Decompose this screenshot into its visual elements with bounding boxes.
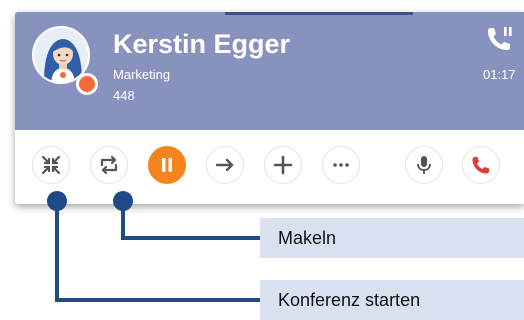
makeln-callout: Makeln — [260, 218, 524, 258]
swap-connector-line-vertical — [121, 200, 125, 240]
contact-name: Kerstin Egger — [113, 29, 291, 59]
call-window: Kerstin Egger Marketing 448 01:17 — [15, 12, 524, 204]
window-drag-strip — [225, 12, 413, 15]
call-header: Kerstin Egger Marketing 448 01:17 — [15, 12, 524, 130]
swap-arrows-icon — [100, 155, 118, 175]
microphone-icon — [417, 156, 431, 174]
more-options-button[interactable] — [322, 146, 360, 184]
conference-button[interactable] — [32, 146, 70, 184]
conference-connector-line-horizontal — [55, 298, 260, 302]
mute-button[interactable] — [405, 146, 443, 184]
contact-extension: 448 — [113, 88, 135, 103]
swap-calls-button[interactable] — [90, 146, 128, 184]
ellipsis-icon — [333, 163, 349, 167]
phone-hangup-icon — [472, 157, 489, 174]
hang-up-button[interactable] — [462, 146, 500, 184]
conference-connector-line-vertical — [55, 200, 59, 302]
pause-icon — [162, 158, 172, 172]
swap-connector-line-horizontal — [121, 236, 260, 240]
plus-icon — [273, 155, 293, 175]
merge-arrows-icon — [41, 155, 61, 175]
add-call-button[interactable] — [264, 146, 302, 184]
hold-button[interactable] — [148, 146, 186, 184]
arrow-right-icon — [215, 158, 234, 172]
active-call-icon — [485, 24, 515, 54]
call-timer: 01:17 — [483, 67, 516, 82]
konferenz-callout: Konferenz starten — [260, 280, 524, 320]
contact-department: Marketing — [113, 67, 171, 82]
presence-status-dot — [76, 73, 98, 95]
transfer-button[interactable] — [206, 146, 244, 184]
